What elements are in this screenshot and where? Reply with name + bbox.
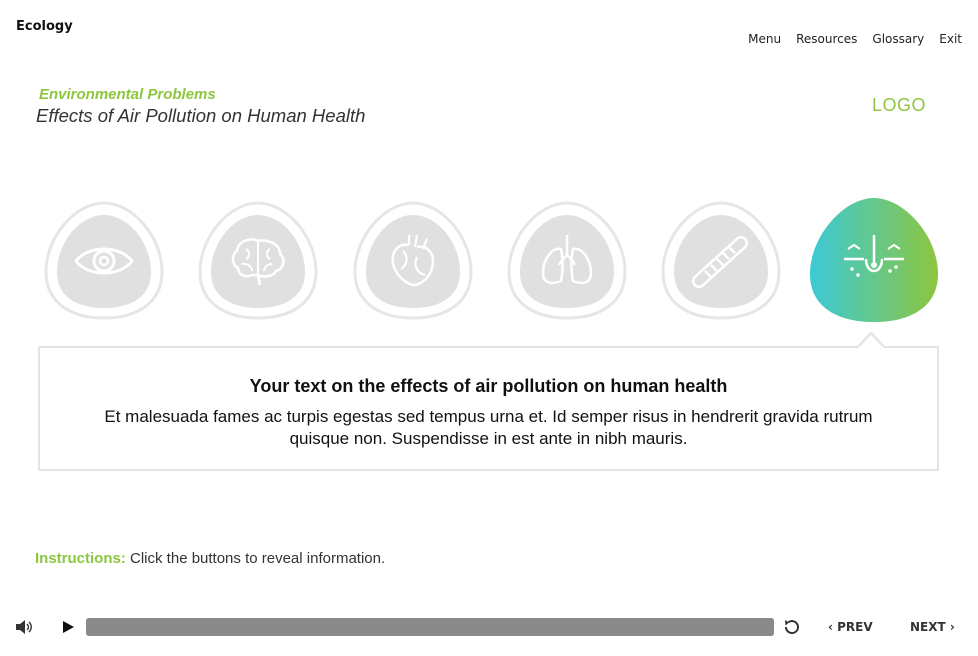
topic-button-heart[interactable] [349, 198, 477, 324]
info-body: Et malesuada fames ac turpis egestas sed… [104, 407, 873, 448]
volume-icon[interactable] [15, 619, 33, 635]
lungs-icon [541, 235, 593, 285]
next-label: NEXT [910, 620, 946, 634]
topic-button-lungs[interactable] [503, 198, 631, 324]
nav-exit-link[interactable]: Exit [939, 32, 962, 46]
nav-glossary-link[interactable]: Glossary [872, 32, 924, 46]
intestine-icon [692, 236, 748, 288]
logo: LOGO [871, 95, 926, 115]
eye-icon [74, 247, 134, 275]
top-nav: Menu Resources Glossary Exit [748, 32, 962, 46]
course-title: Ecology [16, 19, 73, 34]
info-heading: Your text on the effects of air pollutio… [249, 376, 728, 396]
brain-icon [231, 238, 285, 286]
play-icon[interactable] [61, 620, 75, 634]
player-bar: ‹ PREV NEXT › [0, 612, 978, 642]
section-title: Environmental Problems [39, 86, 216, 103]
prev-label: PREV [837, 620, 873, 634]
page-title: Effects of Air Pollution on Human Health [36, 105, 366, 126]
next-button[interactable]: NEXT › [910, 620, 955, 634]
instructions-text: Click the buttons to reveal information. [130, 550, 386, 567]
progress-fill [86, 618, 774, 636]
instructions: Instructions: Click the buttons to revea… [35, 550, 385, 567]
chevron-right-icon: › [945, 620, 955, 634]
nav-menu-link[interactable]: Menu [748, 32, 781, 46]
nav-resources-link[interactable]: Resources [796, 32, 857, 46]
info-panel-pointer [857, 332, 885, 348]
info-panel: Your text on the effects of air pollutio… [38, 332, 939, 471]
topic-button-brain[interactable] [194, 198, 322, 324]
topic-button-skin[interactable] [810, 198, 938, 324]
chevron-left-icon: ‹ [828, 620, 838, 634]
topic-button-eye[interactable] [40, 198, 168, 324]
topic-button-intestine[interactable] [657, 198, 785, 324]
progress-track[interactable] [86, 618, 774, 636]
instructions-label: Instructions: [35, 550, 126, 567]
heart-icon [391, 234, 435, 287]
replay-icon[interactable] [782, 617, 802, 637]
prev-button[interactable]: ‹ PREV [828, 620, 873, 634]
skin-icon [844, 235, 904, 277]
